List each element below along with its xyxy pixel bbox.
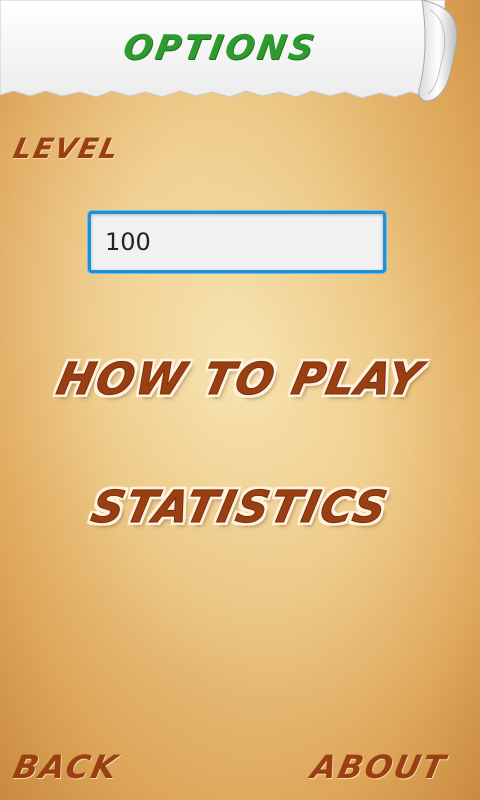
level-input[interactable] — [88, 211, 386, 273]
options-header: OPTIONS — [0, 0, 480, 110]
level-label: LEVEL — [10, 132, 124, 165]
back-button[interactable]: BACK — [10, 748, 123, 786]
statistics-button[interactable]: STATISTICS — [0, 482, 480, 534]
how-to-play-button[interactable]: HOW TO PLAY — [0, 354, 480, 406]
page-title: OPTIONS — [120, 28, 320, 68]
about-button[interactable]: ABOUT — [308, 748, 450, 786]
